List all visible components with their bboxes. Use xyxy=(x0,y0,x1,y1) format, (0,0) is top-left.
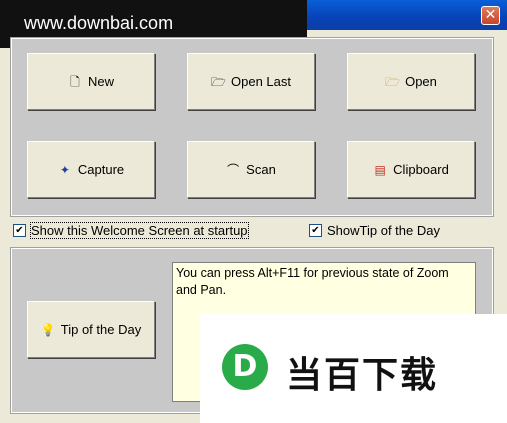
show-tip-checkbox-box[interactable]: ✔ xyxy=(309,224,322,237)
capture-button[interactable]: ✦ Capture xyxy=(27,141,155,198)
open-button-label: Open xyxy=(405,74,437,89)
clipboard-button[interactable]: ▤ Clipboard xyxy=(347,141,475,198)
open-last-button[interactable]: 🗁 Open Last xyxy=(187,53,315,110)
logo-badge-icon: D xyxy=(222,344,268,390)
welcome-window: ✕ www.downbai.com 🗋 New 🗁 Open Last 🗁 Op… xyxy=(0,0,507,423)
show-tip-checkbox-label: ShowTip of the Day xyxy=(327,223,440,238)
new-file-icon: 🗋 xyxy=(70,74,80,89)
open-last-button-label: Open Last xyxy=(231,74,291,89)
folder-icon: 🗁 xyxy=(385,74,400,89)
clipboard-icon: ▤ xyxy=(374,162,386,177)
tip-of-the-day-button[interactable]: 💡 Tip of the Day xyxy=(27,301,155,358)
logo-text: 当百下载 xyxy=(286,355,439,396)
show-tip-checkbox[interactable]: ✔ ShowTip of the Day xyxy=(309,223,440,238)
clipboard-button-label: Clipboard xyxy=(393,162,449,177)
new-button-label: New xyxy=(87,74,114,89)
welcome-checkbox-box[interactable]: ✔ xyxy=(13,224,26,237)
open-button[interactable]: 🗁 Open xyxy=(347,53,475,110)
scanner-icon: ⌒ xyxy=(227,162,240,177)
magic-wand-icon: ✦ xyxy=(59,162,70,177)
close-button[interactable]: ✕ xyxy=(481,6,500,25)
folder-open-icon: 🗁 xyxy=(211,74,226,89)
welcome-checkbox-label: Show this Welcome Screen at startup xyxy=(30,222,249,239)
scan-button-label: Scan xyxy=(246,162,276,177)
lightbulb-icon: 💡 xyxy=(40,322,56,337)
scan-button[interactable]: ⌒ Scan xyxy=(187,141,315,198)
tip-button-label: Tip of the Day xyxy=(60,322,142,337)
new-button[interactable]: 🗋 New xyxy=(27,53,155,110)
capture-button-label: Capture xyxy=(77,162,125,177)
watermark-logo: D 当百下载 xyxy=(200,314,507,423)
welcome-startup-checkbox[interactable]: ✔ Show this Welcome Screen at startup xyxy=(13,222,249,239)
